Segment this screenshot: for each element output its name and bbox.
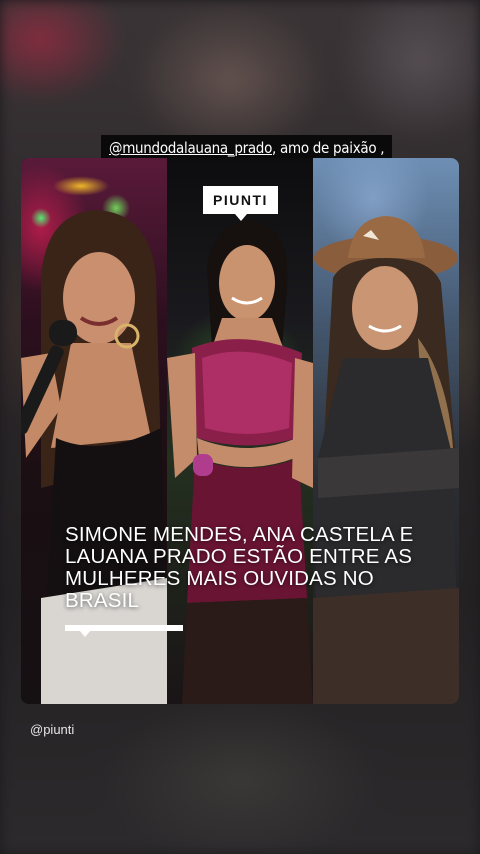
piunti-logo-badge: PIUNTI xyxy=(203,186,278,221)
caption-mention-link[interactable]: @mundodalauana_prado xyxy=(109,139,272,157)
photo-singer-with-microphone xyxy=(21,158,167,704)
chevron-down-icon xyxy=(79,630,91,637)
post-headline: SIMONE MENDES, ANA CASTELA E LAUANA PRAD… xyxy=(65,523,414,612)
shared-post-card[interactable]: PIUNTI SIMONE MENDES, ANA CASTELA E LAUA… xyxy=(21,158,459,704)
photo-singer-in-sparkly-outfit xyxy=(167,158,313,704)
story-credit-username[interactable]: @piunti xyxy=(30,722,74,737)
caption-text: , amo de paixão , xyxy=(272,139,385,157)
photo-singer-in-cowboy-hat xyxy=(313,158,459,704)
